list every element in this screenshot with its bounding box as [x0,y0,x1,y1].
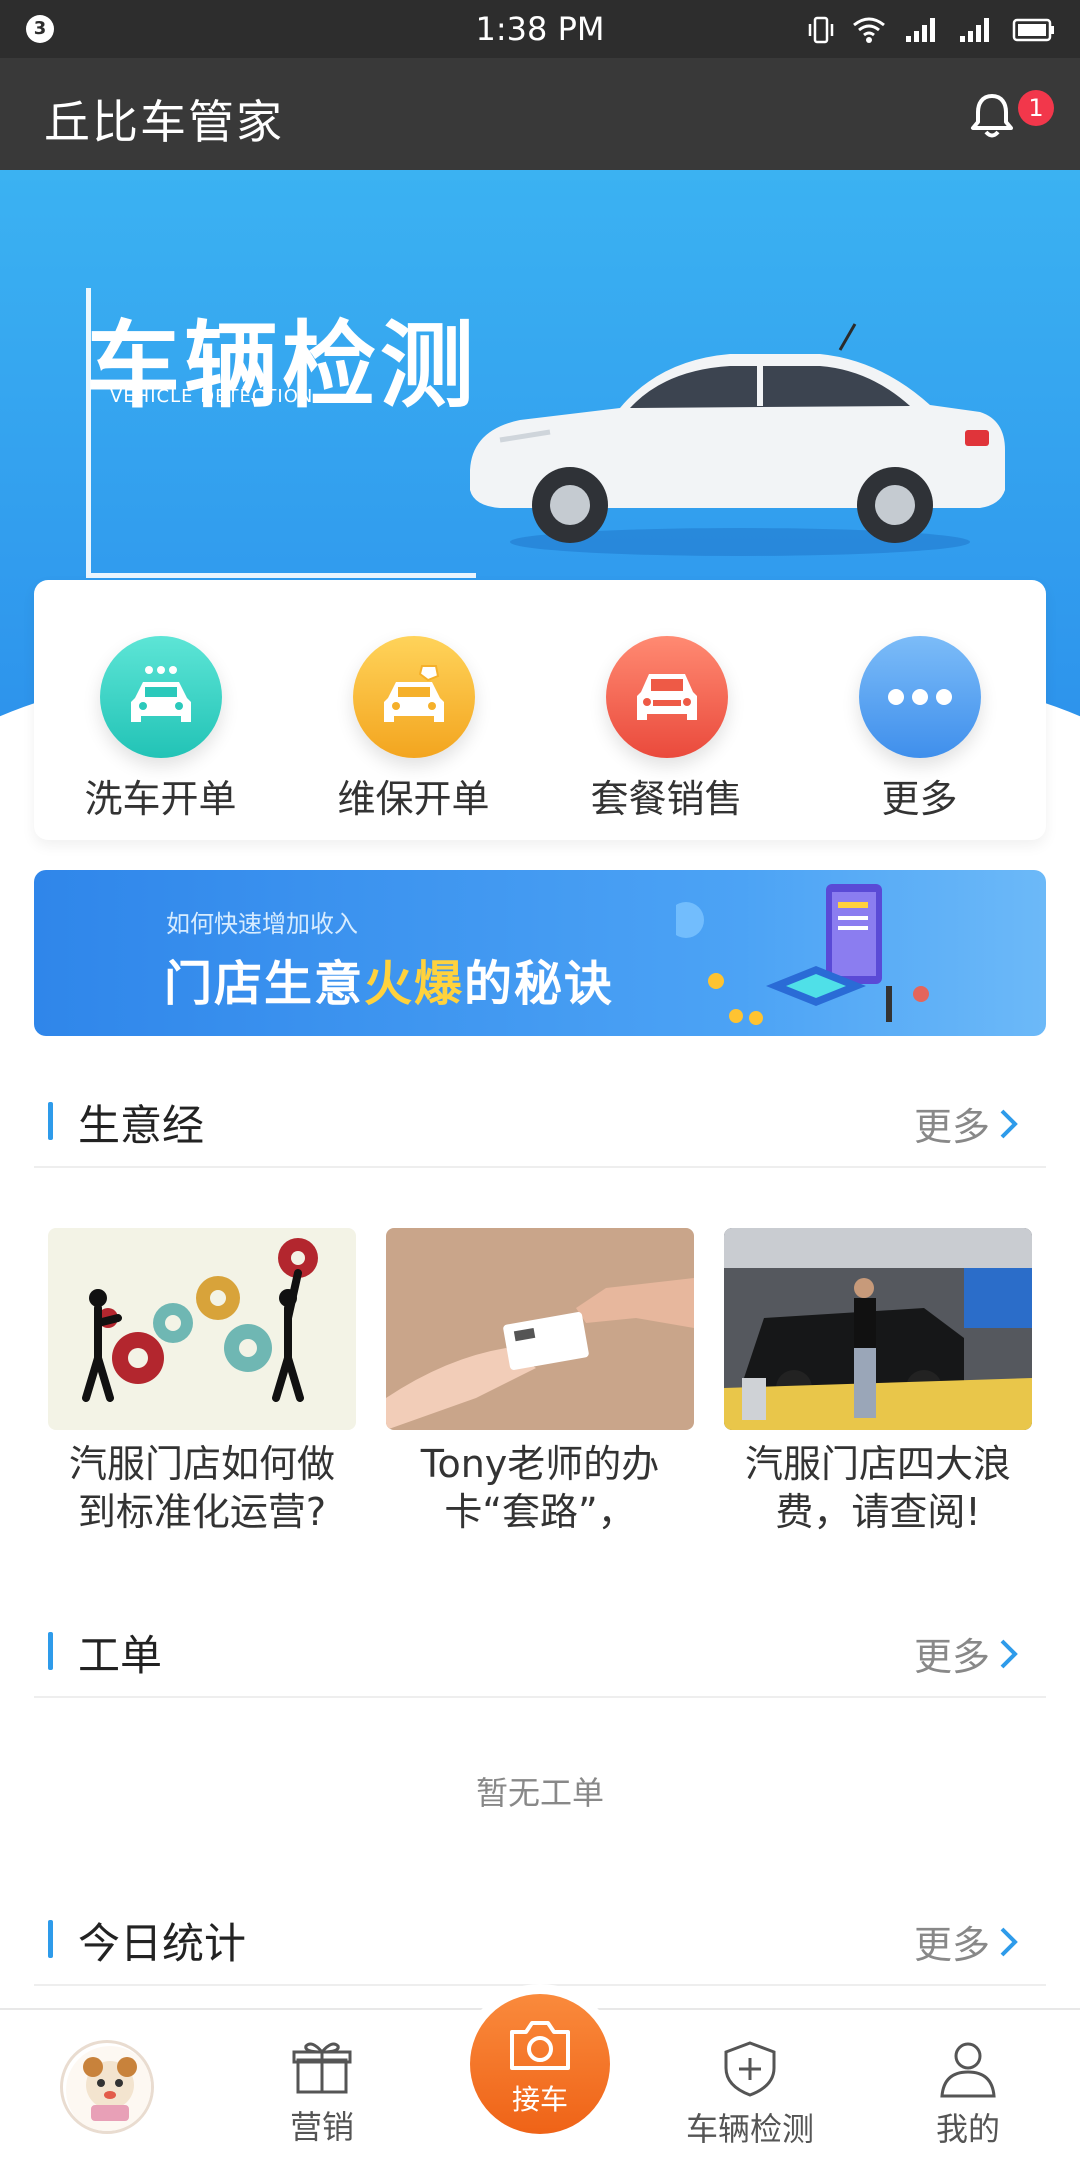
camera-icon [510,2021,570,2070]
article-card[interactable]: 汽服门店四大浪费，请查阅! [724,1228,1032,1558]
promo-illustration [676,884,929,1025]
notification-badge: 1 [1018,90,1054,126]
action-label: 套餐销售 [590,777,743,821]
action-maintenance[interactable]: 维保开单 [287,580,540,840]
section-orders-header: 工单 更多 [34,1598,1046,1698]
app-title: 丘比车管家 [44,95,284,149]
action-more[interactable]: 更多 [793,580,1046,840]
user-icon [940,2042,996,2098]
article-card[interactable]: Tony老师的办卡“套路”， [386,1228,694,1558]
more-label: 更多 [913,1635,990,1679]
promo-banner[interactable]: 如何快速增加收入 门店生意火爆的秘诀 [34,870,1046,1036]
more-label: 更多 [913,1923,990,1967]
battery-icon [1012,18,1054,42]
bell-icon[interactable] [964,88,1020,144]
action-label: 更多 [881,777,958,821]
section-accent-bar [48,1632,53,1670]
article-title: 汽服门店如何做到标准化运营? [68,1442,335,1534]
article-image [48,1228,356,1430]
section-accent-bar [48,1920,53,1958]
promo-subtitle: 如何快速增加收入 [166,910,358,938]
receive-car-button[interactable]: 接车 [470,1994,610,2134]
gift-icon [292,2042,352,2094]
action-car-wash[interactable]: 洗车开单 [34,580,287,840]
banner-subtitle: VEHICLE DETECTION [110,386,314,407]
more-label: 更多 [913,1105,990,1149]
promo-title-highlight: 火爆 [364,956,465,1012]
status-icons [808,12,1056,48]
receive-car-label: 接车 [511,2083,568,2116]
chevron-right-icon [1000,1927,1018,1956]
shield-plus-icon [724,2041,776,2097]
orders-more-link[interactable]: 更多 [914,1626,1020,1681]
action-label: 维保开单 [337,777,490,821]
chevron-right-icon [1000,1639,1018,1668]
orders-empty-text: 暂无工单 [475,1774,604,1812]
avatar[interactable] [60,2040,154,2134]
promo-title: 门店生意火爆的秘诀 [164,944,614,1014]
promo-title-part: 的秘诀 [464,956,615,1012]
stats-more-link[interactable]: 更多 [914,1914,1020,1969]
nav-marketing[interactable]: 营销 [242,2040,402,2148]
signal-icon [906,18,935,42]
quick-actions-card: 洗车开单 维保开单 套餐销售 更多 [34,580,1046,840]
article-list: 汽服门店如何做到标准化运营? Tony老师的办卡“套路”， 汽服门店四大浪费，请… [34,1228,1046,1558]
wifi-icon [853,17,885,43]
nav-label: 我的 [935,2110,1000,2148]
app-screen: 3 1:38 PM 丘比车管家 1 车辆检测 VEHICLE DETECTION [0,0,1080,2160]
section-title: 今日统计 [78,1919,247,1968]
promo-title-part: 门店生意 [164,956,365,1012]
action-label: 洗车开单 [84,777,237,821]
vibrate-icon [808,16,834,44]
section-title: 生意经 [78,1101,205,1150]
article-title: 汽服门店四大浪费，请查阅! [744,1442,1011,1534]
nav-mine[interactable]: 我的 [888,2040,1048,2150]
article-title: Tony老师的办卡“套路”， [420,1442,660,1534]
app-bar: 丘比车管家 1 [0,58,1080,170]
nav-label: 营销 [289,2108,354,2146]
car-illustration [470,323,1005,556]
car-wash-icon [99,636,222,758]
car-package-icon [605,636,728,758]
signal-icon-2 [960,18,989,42]
business-more-link[interactable]: 更多 [914,1096,1020,1151]
nav-vehicle-inspection[interactable]: 车辆检测 [670,2040,830,2150]
more-icon [858,636,981,758]
article-image [386,1228,694,1430]
car-repair-icon [352,636,475,758]
section-business-header: 生意经 更多 [34,1068,1046,1168]
article-image [724,1228,1032,1430]
chevron-right-icon [1000,1109,1018,1138]
section-title: 工单 [78,1631,163,1680]
section-stats-header: 今日统计 更多 [34,1886,1046,1986]
nav-label: 车辆检测 [685,2110,814,2148]
article-card[interactable]: 汽服门店如何做到标准化运营? [48,1228,356,1558]
section-accent-bar [48,1102,53,1140]
action-package-sales[interactable]: 套餐销售 [540,580,793,840]
status-bar: 3 1:38 PM [0,0,1080,58]
